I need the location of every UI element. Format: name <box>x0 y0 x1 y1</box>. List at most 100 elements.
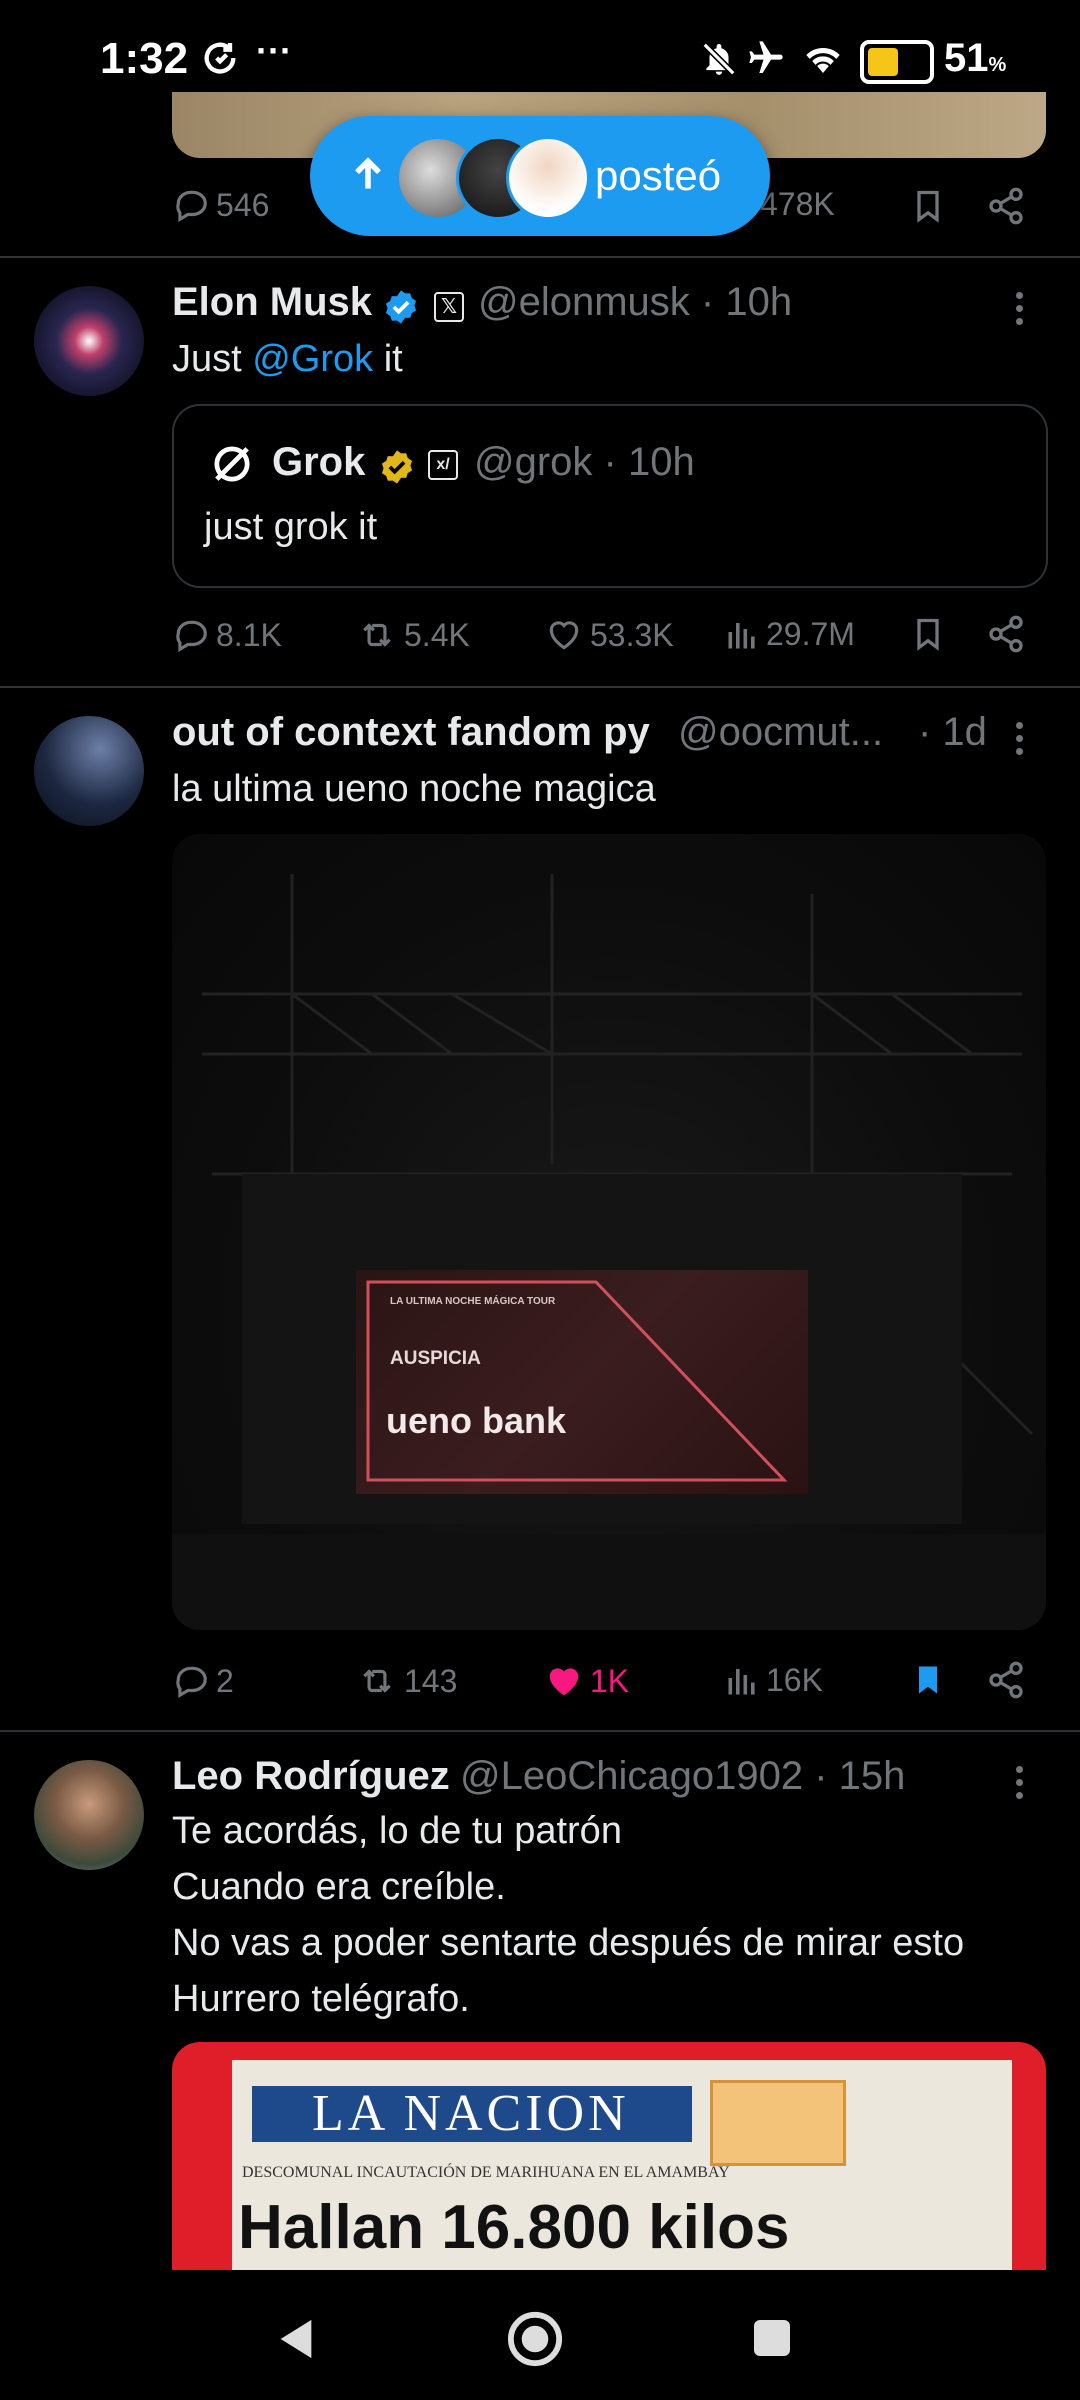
share-icon <box>989 615 1023 653</box>
more-notifications-icon: ··· <box>256 30 292 71</box>
verified-gold-badge-icon <box>381 450 413 484</box>
avatar[interactable] <box>34 1760 144 1870</box>
views-count: 16K <box>766 1662 823 1698</box>
quoted-author-handle: @grok · 10h <box>474 440 695 484</box>
reply-count: 546 <box>216 186 270 223</box>
more-options-icon[interactable] <box>1016 722 1024 761</box>
share-button[interactable] <box>986 186 1032 226</box>
reply-button[interactable]: 2 <box>172 1662 234 1700</box>
views-count: 478K <box>760 186 835 222</box>
tweet-text: la ultima ueno noche magica <box>172 768 656 810</box>
views-icon <box>728 1668 755 1694</box>
views-button[interactable]: 478K <box>760 186 835 223</box>
retweet-button[interactable]: 143 <box>356 1662 457 1700</box>
author-name[interactable]: out of context fandom py <box>172 710 650 755</box>
screen-sponsor-label: AUSPICIA <box>390 1348 481 1369</box>
quoted-tweet[interactable]: Grok x/ @grok · 10h just grok it <box>172 404 1048 588</box>
author-handle[interactable]: @elonmusk · 10h <box>478 280 792 325</box>
screen-brand-text: ueno bank <box>386 1400 567 1441</box>
retweet-icon <box>363 1669 391 1693</box>
newspaper-subhead: DESCOMUNAL INCAUTACIÓN DE MARIHUANA EN E… <box>242 2164 730 2181</box>
bookmark-icon <box>917 618 939 651</box>
author-handle[interactable]: @oocmut... <box>678 710 883 755</box>
retweet-icon <box>363 623 391 647</box>
bookmark-button[interactable] <box>910 1660 952 1700</box>
avatar <box>506 136 590 220</box>
screen-tour-text: LA ULTIMA NOCHE MÁGICA TOUR <box>390 1296 556 1307</box>
recents-icon[interactable] <box>752 2318 792 2358</box>
newspaper-headline: Hallan 16.800 kilos <box>238 2193 790 2262</box>
divider <box>0 1730 1080 1732</box>
tweet-media-image[interactable]: LA NACION DESCOMUNAL INCAUTACIÓN DE MARI… <box>172 2042 1046 2270</box>
arrow-up-icon <box>355 157 381 189</box>
heart-icon <box>549 621 579 650</box>
quoted-author-name: Grok <box>272 440 366 484</box>
retweet-button[interactable]: 5.4K <box>356 616 470 654</box>
share-button[interactable] <box>986 614 1032 654</box>
like-button[interactable]: 53.3K <box>544 616 674 654</box>
x-affiliate-icon: 𝕏 <box>434 292 464 322</box>
author-handle[interactable]: @LeoChicago1902 · 15h <box>460 1754 905 1799</box>
status-time: 1:32 <box>100 34 189 83</box>
like-count: 1K <box>590 1662 630 1699</box>
bookmark-button[interactable] <box>910 614 952 654</box>
tweet-text: Just @Grok it <box>172 338 403 380</box>
share-icon <box>989 187 1023 225</box>
like-count: 53.3K <box>590 616 674 653</box>
reply-button[interactable]: 8.1K <box>172 616 282 654</box>
new-posts-label: posteó <box>595 152 722 199</box>
tweet-text-line: No vas a poder sentarte después de mirar… <box>172 1922 965 1964</box>
airplane-icon <box>746 38 786 83</box>
reply-icon <box>176 1666 207 1699</box>
reply-count: 8.1K <box>216 616 282 653</box>
views-button[interactable]: 16K <box>724 1662 823 1699</box>
views-button[interactable]: 29.7M <box>724 616 855 653</box>
mute-bell-icon <box>700 40 738 83</box>
wifi-icon <box>802 38 844 83</box>
tweet-text-line: Te acordás, lo de tu patrón <box>172 1810 622 1852</box>
divider <box>0 256 1080 258</box>
reply-icon <box>176 620 207 653</box>
reply-icon <box>176 190 207 223</box>
mention-link[interactable]: @Grok <box>252 338 373 380</box>
author-name[interactable]: Leo Rodríguez <box>172 1754 450 1799</box>
home-icon[interactable] <box>506 2310 564 2368</box>
share-icon <box>989 1661 1023 1699</box>
stage-truss-graphic <box>172 874 1046 1630</box>
battery-level <box>868 48 898 76</box>
reply-button[interactable]: 546 <box>172 186 269 224</box>
back-icon[interactable] <box>276 2316 316 2362</box>
battery-percent: 51% <box>944 36 1007 80</box>
views-icon <box>728 622 755 648</box>
bookmark-button[interactable] <box>910 186 952 226</box>
views-count: 29.7M <box>766 616 855 652</box>
system-nav-bar <box>0 2270 1080 2400</box>
newspaper-promo-box <box>710 2080 846 2166</box>
author-name[interactable]: Elon Musk <box>172 280 372 325</box>
like-button[interactable]: 1K <box>544 1662 629 1700</box>
new-posts-pill[interactable]: posteó <box>310 116 770 236</box>
more-options-icon[interactable] <box>1016 1766 1024 1805</box>
avatar[interactable] <box>34 286 144 396</box>
battery-icon <box>860 40 934 84</box>
sync-icon <box>200 38 240 83</box>
stage-screen: LA ULTIMA NOCHE MÁGICA TOUR AUSPICIA uen… <box>356 1270 808 1494</box>
tweet-text-line: Hurrero telégrafo. <box>172 1978 470 2020</box>
newspaper: LA NACION DESCOMUNAL INCAUTACIÓN DE MARI… <box>232 2060 1012 2270</box>
share-button[interactable] <box>986 1660 1032 1700</box>
retweet-count: 5.4K <box>404 616 470 653</box>
heart-filled-icon <box>549 1668 579 1696</box>
verified-badge-icon <box>385 290 417 324</box>
grok-affiliate-icon: x/ <box>428 450 458 480</box>
tweet-text-line: Cuando era creíble. <box>172 1866 506 1908</box>
divider <box>0 686 1080 688</box>
masthead-bar: LA NACION <box>252 2085 692 2142</box>
bookmark-icon <box>917 190 939 223</box>
avatar[interactable] <box>34 716 144 826</box>
status-bar: 1:32 ··· 51% <box>0 0 1080 92</box>
tweet-media-image[interactable]: LA ULTIMA NOCHE MÁGICA TOUR AUSPICIA uen… <box>172 834 1046 1630</box>
masthead-text: LA NACION <box>312 2085 630 2142</box>
grok-avatar-icon <box>214 446 250 482</box>
reply-count: 2 <box>216 1662 234 1699</box>
more-options-icon[interactable] <box>1016 292 1024 331</box>
